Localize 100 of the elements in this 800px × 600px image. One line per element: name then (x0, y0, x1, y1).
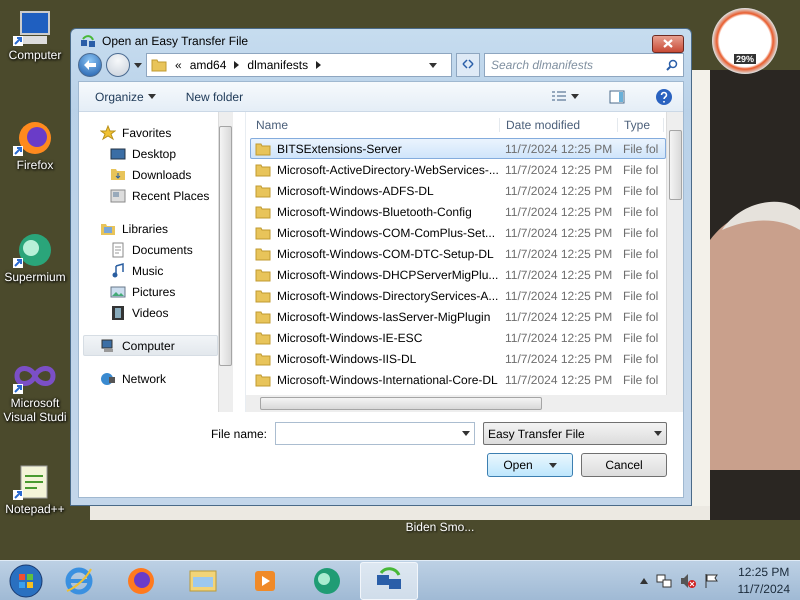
date-cell-text: 11/7/2024 12:25 PM (504, 204, 614, 218)
file-type-dropdown[interactable]: Easy Transfer File (483, 422, 667, 445)
network-icon[interactable] (656, 572, 672, 588)
help-button[interactable] (655, 88, 673, 106)
nav-item[interactable]: Desktop (83, 143, 218, 164)
file-row[interactable]: Microsoft-Windows-IIS-DL 11/7/2024 12:25 PM File fol (250, 348, 666, 369)
file-name: Microsoft-Windows-IE-ESC (277, 330, 422, 344)
scrollbar[interactable] (218, 112, 233, 412)
file-name-field[interactable] (275, 422, 475, 445)
back-arrow-icon (84, 60, 96, 70)
back-button[interactable] (78, 53, 102, 77)
nav-item[interactable]: Libraries (83, 218, 218, 239)
folder-icon (255, 226, 271, 240)
forward-button[interactable] (106, 53, 130, 77)
open-button[interactable]: Open (487, 453, 573, 477)
view-menu-button[interactable] (551, 90, 579, 102)
date-cell-text: 11/7/2024 12:25 PM (504, 268, 614, 282)
breadcrumb-item[interactable]: dlmanifests (247, 58, 308, 72)
file-row[interactable]: Microsoft-Windows-ADFS-DL 11/7/2024 12:25 PM File fol (250, 180, 666, 201)
date-cell-text: 11/7/2024 12:25 PM (504, 142, 614, 156)
date-cell-text: 11/7/2024 12:25 PM (504, 330, 614, 344)
window-title: Open an Easy Transfer File (102, 34, 250, 48)
tray-arrow-icon[interactable] (640, 578, 648, 584)
date-cell-text: 11/7/2024 12:25 PM (504, 184, 614, 198)
column-header[interactable]: Date modified (500, 118, 618, 132)
desktop-icon-label: Microsoft Visual Studi (2, 396, 68, 424)
nav-item[interactable]: Computer (83, 335, 218, 356)
close-icon (663, 39, 673, 48)
caret-icon (571, 94, 579, 99)
folder-icon (255, 142, 271, 156)
file-row[interactable]: Microsoft-Windows-DirectoryServices-A... 11/7/2024 12:25 PM File fol (250, 285, 666, 306)
file-row[interactable]: Microsoft-Windows-IasServer-MigPlugin 11/7/2024 12:25 PM File fol (250, 306, 666, 327)
picture-frame-icon (110, 284, 126, 300)
nav-item[interactable]: Recent Places (83, 185, 218, 206)
clock[interactable]: 12:25 PM 11/7/2024 (738, 564, 790, 598)
address-bar[interactable]: « amd64 dlmanifests (146, 53, 452, 77)
nav-item[interactable]: Music (83, 260, 218, 281)
flag-icon[interactable] (704, 572, 720, 588)
desktop-icon-label: Computer (8, 48, 62, 62)
date-cell-text: 11/7/2024 12:25 PM (504, 372, 614, 386)
type-cell-text: File fol (622, 352, 660, 366)
folder-icon (255, 352, 271, 366)
file-row[interactable]: BITSExtensions-Server 11/7/2024 12:25 PM File fol (250, 138, 666, 159)
nav-item[interactable]: Downloads (83, 164, 218, 185)
type-cell-text: File fol (622, 204, 660, 218)
type-cell-text: File fol (622, 372, 660, 386)
type-cell-text: File fol (622, 142, 660, 156)
nav-item[interactable]: Pictures (83, 281, 218, 302)
refresh-icon (461, 58, 475, 70)
nav-item[interactable]: Videos (83, 302, 218, 323)
column-header[interactable]: Type (618, 118, 664, 132)
date-cell-text: 11/7/2024 12:25 PM (504, 246, 614, 260)
column-header[interactable]: Name (250, 118, 500, 132)
desktop-icon (110, 146, 126, 162)
file-row[interactable]: Microsoft-Windows-COM-ComPlus-Set... 11/7/2024 12:25 PM File fol (250, 222, 666, 243)
chevron-icon (316, 61, 322, 69)
file-row[interactable]: Microsoft-Windows-International-Core-DL 11/7/2024 12:25 PM File fol (250, 369, 666, 390)
file-name: Microsoft-Windows-IIS-DL (277, 352, 416, 366)
nav-item[interactable]: Network (83, 368, 218, 389)
file-name: Microsoft-ActiveDirectory-WebServices-... (277, 162, 499, 176)
cancel-button[interactable]: Cancel (581, 453, 667, 477)
type-cell-text: File fol (622, 330, 660, 344)
folder-icon (255, 162, 271, 176)
breadcrumb-item[interactable]: amd64 (190, 58, 226, 72)
type-cell-text: File fol (622, 288, 660, 302)
muted-speaker-icon[interactable] (680, 572, 696, 588)
computer-icon (100, 338, 116, 354)
toolbar-button[interactable]: Organize (95, 90, 156, 104)
horizontal-scrollbar[interactable] (246, 395, 683, 412)
cpu-reading: 29% (734, 54, 756, 64)
search-icon (666, 59, 678, 71)
breadcrumb-item[interactable]: « (175, 58, 182, 72)
scrollbar[interactable] (666, 112, 683, 395)
file-name: Microsoft-Windows-International-Core-DL (277, 372, 498, 386)
file-row[interactable]: Microsoft-Windows-IE-ESC 11/7/2024 12:25 PM File fol (250, 327, 666, 348)
file-row[interactable]: Microsoft-Windows-Bluetooth-Config 11/7/2024 12:25 PM File fol (250, 201, 666, 222)
file-row[interactable]: Microsoft-ActiveDirectory-WebServices-... 11/7/2024 12:25 PM File fol (250, 159, 666, 180)
scrollbar-thumb[interactable] (260, 397, 542, 410)
chevron-icon (234, 61, 240, 69)
scrollbar-thumb[interactable] (219, 126, 232, 366)
caret-icon (654, 431, 662, 436)
type-cell-text: File fol (622, 310, 660, 324)
caret-icon (148, 94, 156, 99)
toolbar-button[interactable]: New folder (186, 90, 244, 104)
scrollbar-thumb[interactable] (668, 130, 682, 200)
file-label[interactable]: Biden Smo... (380, 520, 500, 534)
type-cell-text: File fol (622, 184, 660, 198)
preview-pane-button[interactable] (609, 90, 625, 104)
search-field[interactable]: Search dlmanifests (484, 53, 684, 77)
taskbar-app[interactable] (360, 562, 418, 600)
preview-pane-icon (609, 90, 625, 104)
type-cell-text: File fol (622, 226, 660, 240)
close-button[interactable] (652, 35, 684, 53)
file-row[interactable]: Microsoft-Windows-COM-DTC-Setup-DL 11/7/2024 12:25 PM File fol (250, 243, 666, 264)
nav-item[interactable]: Documents (83, 239, 218, 260)
file-row[interactable]: Microsoft-Windows-DHCPServerMigPlu... 11/7/2024 12:25 PM File fol (250, 264, 666, 285)
refresh-button[interactable] (456, 53, 480, 77)
file-name-label: File name: (210, 426, 267, 440)
nav-item[interactable]: Favorites (83, 122, 218, 143)
recent-places-icon (110, 188, 126, 204)
